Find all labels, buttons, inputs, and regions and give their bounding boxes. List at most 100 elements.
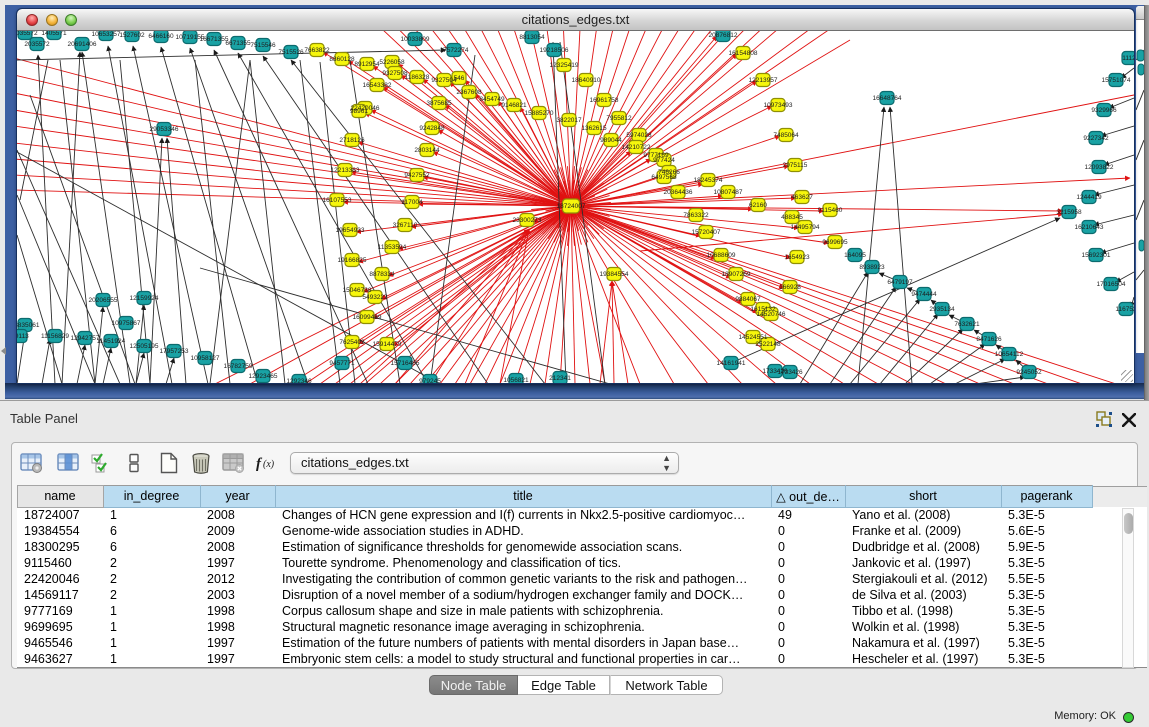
svg-text:12213957: 12213957 — [749, 77, 778, 84]
svg-text:977424: 977424 — [653, 157, 675, 164]
svg-text:1056821: 1056821 — [503, 377, 529, 383]
svg-text:8912954: 8912954 — [354, 61, 380, 68]
svg-text:9242848: 9242848 — [419, 125, 445, 132]
svg-text:20691406: 20691406 — [68, 41, 97, 48]
svg-text:166928: 166928 — [779, 284, 801, 291]
svg-text:10033809: 10033809 — [401, 36, 430, 43]
svg-text:11353594: 11353594 — [378, 244, 407, 251]
svg-text:989044: 989044 — [600, 137, 622, 144]
svg-text:12505195: 12505195 — [130, 343, 159, 350]
svg-text:546: 546 — [454, 75, 465, 82]
svg-text:7485064: 7485064 — [773, 132, 799, 139]
svg-text:2035572: 2035572 — [24, 41, 50, 48]
svg-text:8471626: 8471626 — [976, 336, 1002, 343]
svg-text:12923465: 12923465 — [249, 373, 278, 380]
svg-text:6479197: 6479197 — [887, 279, 913, 286]
svg-text:9884067: 9884067 — [735, 296, 761, 303]
svg-text:12159924: 12159924 — [130, 295, 159, 302]
svg-text:6671355: 6671355 — [225, 40, 251, 47]
svg-text:9457771: 9457771 — [329, 360, 355, 367]
svg-text:212341: 212341 — [549, 375, 571, 382]
svg-text:8813054: 8813054 — [519, 34, 545, 41]
svg-text:15716485: 15716485 — [391, 360, 420, 367]
svg-text:1362615: 1362615 — [581, 125, 607, 132]
svg-text:1405571: 1405571 — [41, 31, 67, 37]
svg-text:9227342: 9227342 — [1083, 135, 1109, 142]
svg-text:6497568: 6497568 — [651, 174, 677, 181]
svg-text:10688609: 10688609 — [707, 252, 736, 259]
svg-text:979245: 979245 — [419, 378, 441, 383]
svg-text:20206555: 20206555 — [89, 297, 118, 304]
svg-text:16107553: 16107553 — [323, 197, 352, 204]
svg-text:7863322: 7863322 — [683, 212, 709, 219]
svg-text:18245374: 18245374 — [694, 177, 723, 184]
svg-text:13835061: 13835061 — [17, 322, 40, 329]
svg-text:4035572: 4035572 — [17, 31, 38, 37]
svg-text:7625402: 7625402 — [339, 339, 365, 346]
svg-text:3875685: 3875685 — [426, 100, 452, 107]
svg-text:16648764: 16648764 — [873, 95, 902, 102]
svg-text:7955812: 7955812 — [606, 115, 632, 122]
svg-text:7515526: 7515526 — [278, 49, 304, 56]
svg-text:15046738: 15046738 — [343, 287, 372, 294]
svg-text:16210643: 16210643 — [1075, 224, 1104, 231]
svg-text:11156829: 11156829 — [41, 333, 69, 340]
svg-text:9699695: 9699695 — [822, 239, 848, 246]
svg-text:10654112: 10654112 — [995, 351, 1024, 358]
svg-text:3822017: 3822017 — [556, 117, 582, 124]
svg-text:12942757: 12942757 — [71, 335, 100, 342]
svg-text:16961758: 16961758 — [590, 97, 619, 104]
svg-text:2367608: 2367608 — [456, 89, 482, 96]
svg-text:8878334: 8878334 — [369, 271, 395, 278]
svg-text:3267110: 3267110 — [393, 222, 418, 229]
svg-text:29053346: 29053346 — [150, 126, 179, 133]
svg-text:20364436: 20364436 — [664, 189, 693, 196]
svg-text:10973493: 10973493 — [764, 102, 793, 109]
svg-text:5226058: 5226058 — [379, 59, 405, 66]
svg-text:117004: 117004 — [401, 199, 423, 206]
svg-text:15692301: 15692301 — [1082, 252, 1111, 259]
svg-text:18907269: 18907269 — [722, 271, 751, 278]
svg-text:17957253: 17957253 — [160, 348, 189, 355]
svg-text:9245052: 9245052 — [1016, 369, 1042, 376]
svg-text:14524551: 14524551 — [739, 334, 768, 341]
svg-text:8938923: 8938923 — [859, 264, 885, 271]
svg-text:164095: 164095 — [844, 252, 866, 259]
svg-text:17572274: 17572274 — [440, 47, 469, 54]
svg-text:10653257: 10653257 — [92, 31, 121, 38]
svg-text:9427552: 9427552 — [404, 172, 430, 179]
svg-text:5493222: 5493222 — [362, 294, 388, 301]
svg-text:10975867: 10975867 — [112, 320, 141, 327]
svg-text:9474444: 9474444 — [911, 291, 937, 298]
svg-text:2803144: 2803144 — [414, 147, 440, 154]
svg-text:9115460: 9115460 — [818, 207, 843, 214]
svg-text:2975115: 2975115 — [783, 162, 808, 169]
svg-text:19384554: 19384554 — [600, 271, 629, 278]
svg-text:15914479: 15914479 — [373, 341, 402, 348]
svg-text:10807487: 10807487 — [714, 189, 743, 196]
svg-text:463627: 463627 — [791, 194, 813, 201]
svg-text:14210722: 14210722 — [622, 144, 651, 151]
svg-text:f: f — [256, 456, 263, 472]
svg-text:1527602: 1527602 — [119, 32, 145, 39]
svg-text:116753: 116753 — [1115, 306, 1134, 313]
svg-text:8860128: 8860128 — [329, 56, 355, 63]
svg-text:16782759: 16782759 — [224, 363, 253, 370]
svg-text:7663822: 7663822 — [304, 47, 330, 54]
svg-text:16099489: 16099489 — [353, 314, 382, 321]
svg-text:23300273: 23300273 — [513, 217, 542, 224]
svg-text:1112: 1112 — [1122, 55, 1134, 62]
svg-text:2522148: 2522148 — [755, 341, 781, 348]
svg-text:1654923: 1654923 — [784, 254, 810, 261]
svg-text:62160: 62160 — [749, 202, 767, 209]
svg-text:15751074: 15751074 — [1102, 77, 1131, 84]
svg-text:15720407: 15720407 — [692, 229, 721, 236]
svg-text:14520746: 14520746 — [757, 311, 786, 318]
svg-text:16154808: 16154808 — [729, 50, 758, 57]
svg-text:12213383: 12213383 — [331, 167, 360, 174]
svg-text:19654933: 19654933 — [336, 227, 365, 234]
svg-text:10958127: 10958127 — [191, 355, 220, 362]
svg-text:16543382: 16543382 — [363, 82, 392, 89]
svg-text:9329966: 9329966 — [1091, 107, 1117, 114]
svg-text:1244419: 1244419 — [1076, 194, 1102, 201]
